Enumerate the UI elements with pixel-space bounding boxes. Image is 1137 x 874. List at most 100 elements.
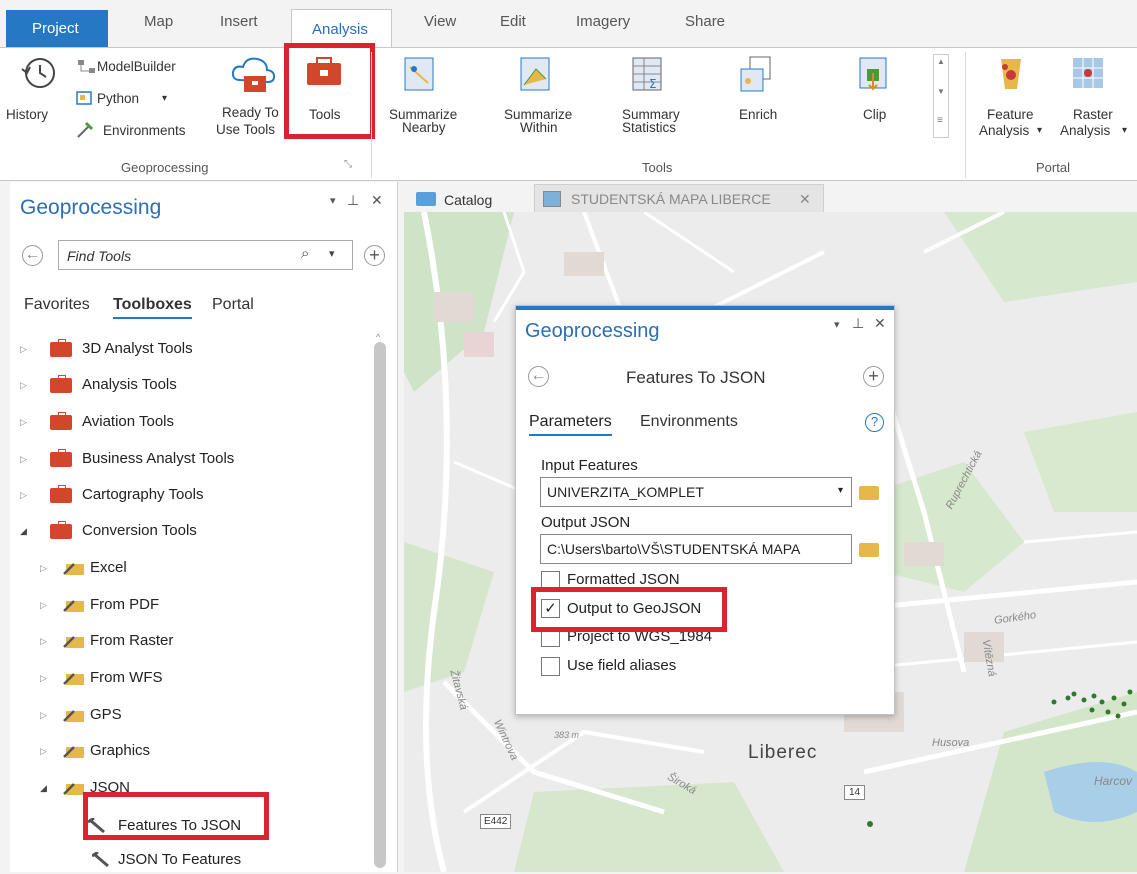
- dialog-tab-parameters[interactable]: Parameters: [529, 413, 612, 436]
- toolset-icon: [63, 563, 84, 575]
- tab-imagery[interactable]: Imagery: [576, 13, 630, 30]
- map-label-street: Harcov: [1094, 774, 1133, 788]
- history-button[interactable]: History: [6, 55, 64, 125]
- python-button[interactable]: Python ▾: [74, 90, 184, 110]
- modelbuilder-label: ModelBuilder: [97, 59, 176, 74]
- scroll-up-icon[interactable]: ▲: [937, 57, 945, 66]
- feature-analysis-line1: Feature: [987, 107, 1034, 122]
- output-json-field[interactable]: C:\Users\barto\VŠ\STUDENTSKÁ MAPA: [540, 534, 852, 564]
- expand-icon[interactable]: ▷: [20, 454, 27, 465]
- expand-icon[interactable]: ▷: [40, 600, 47, 611]
- ready-to-use-tools-button[interactable]: Ready To Use Tools: [214, 54, 290, 144]
- tab-edit[interactable]: Edit: [500, 13, 526, 30]
- find-tools-input[interactable]: Find Tools ⌕ ▾: [58, 240, 353, 270]
- python-label: Python: [97, 91, 140, 106]
- tab-project[interactable]: Project: [6, 10, 108, 47]
- tool-label: JSON To Features: [118, 851, 242, 868]
- gallery-scroller[interactable]: ▲ ▼ ≡: [933, 54, 949, 138]
- tab-view[interactable]: View: [424, 13, 456, 30]
- tab-catalog[interactable]: Catalog: [416, 187, 526, 213]
- search-options-icon[interactable]: ▾: [329, 247, 335, 260]
- summarize-nearby-icon: [404, 57, 434, 91]
- expand-icon[interactable]: ▷: [40, 673, 47, 684]
- dialog-tab-environments[interactable]: Environments: [640, 413, 738, 431]
- summary-statistics-icon: Σ: [632, 57, 662, 91]
- subtab-toolboxes[interactable]: Toolboxes: [113, 296, 192, 319]
- tab-map[interactable]: Map: [144, 13, 173, 30]
- group-label-tools: Tools: [642, 160, 673, 175]
- gallery-expand-icon[interactable]: ≡: [937, 115, 943, 126]
- summarize-within-line2: Within: [520, 120, 558, 135]
- summarize-within-button[interactable]: Summarize Within: [496, 55, 592, 145]
- tool-name: Features To JSON: [626, 368, 766, 387]
- raster-analysis-button[interactable]: Raster Analysis ▾: [1058, 55, 1137, 145]
- expand-icon[interactable]: ▷: [20, 490, 27, 501]
- toolbox-label: Analysis Tools: [82, 376, 177, 393]
- tab-share[interactable]: Share: [685, 13, 725, 30]
- map-label-elevation: 383 m: [554, 730, 580, 740]
- pin-icon[interactable]: ⊥: [347, 192, 359, 209]
- close-icon[interactable]: ✕: [874, 315, 886, 332]
- enrich-icon: [740, 56, 771, 92]
- tool-row-json-to-features[interactable]: JSON To Features: [92, 850, 262, 874]
- geoprocessing-dialog: Geoprocessing ▾ ⊥ ✕ ← Features To JSON +…: [515, 305, 895, 715]
- back-icon[interactable]: ←: [22, 245, 43, 266]
- expand-icon[interactable]: ▷: [20, 417, 27, 428]
- expand-icon[interactable]: ▷: [20, 380, 27, 391]
- summary-statistics-line2: Statistics: [622, 120, 677, 135]
- subtab-portal[interactable]: Portal: [212, 296, 254, 314]
- clip-label: Clip: [863, 107, 887, 122]
- collapse-icon[interactable]: ◢: [20, 526, 27, 537]
- toolset-label: From WFS: [90, 669, 163, 686]
- output-json-label: Output JSON: [541, 514, 631, 531]
- history-icon: [21, 58, 55, 88]
- tab-map-view[interactable]: STUDENTSKÁ MAPA LIBERCE ✕: [534, 184, 824, 214]
- toolbox-icon: [50, 485, 72, 503]
- search-icon[interactable]: ⌕: [301, 245, 309, 262]
- close-icon[interactable]: ✕: [799, 191, 811, 208]
- clip-button[interactable]: Clip: [845, 55, 905, 145]
- group-label-portal: Portal: [1036, 160, 1070, 175]
- dialog-title: Geoprocessing: [525, 320, 660, 342]
- subtab-favorites[interactable]: Favorites: [24, 296, 90, 314]
- expand-icon[interactable]: ▷: [40, 746, 47, 757]
- summarize-nearby-button[interactable]: Summarize Nearby: [380, 55, 476, 145]
- toolset-label: From PDF: [90, 596, 160, 613]
- pane-options-icon[interactable]: ▾: [330, 194, 336, 207]
- map-icon: [543, 191, 561, 207]
- group-label-geoprocessing: Geoprocessing: [121, 160, 209, 175]
- scroll-down-icon[interactable]: ▼: [937, 87, 945, 96]
- toolset-icon: [63, 636, 84, 648]
- pane-options-icon[interactable]: ▾: [834, 318, 840, 331]
- browse-folder-icon[interactable]: [859, 543, 879, 557]
- toolbox-label: Aviation Tools: [82, 413, 175, 430]
- toolset-icon: [63, 673, 84, 685]
- checkbox-use-field-aliases[interactable]: [541, 657, 560, 676]
- summary-statistics-button[interactable]: Σ Summary Statistics: [610, 55, 700, 145]
- raster-analysis-icon: [1073, 58, 1103, 88]
- enrich-button[interactable]: Enrich: [722, 55, 798, 145]
- add-icon[interactable]: +: [364, 245, 385, 266]
- scroll-up-icon[interactable]: ^: [376, 332, 380, 342]
- expand-icon[interactable]: ▷: [40, 563, 47, 574]
- modelbuilder-button[interactable]: ModelBuilder: [74, 58, 214, 78]
- feature-analysis-button[interactable]: Feature Analysis ▾: [975, 55, 1053, 145]
- dialog-launcher-icon[interactable]: ⤡: [344, 158, 352, 172]
- tab-insert[interactable]: Insert: [220, 13, 258, 30]
- chevron-down-icon[interactable]: ▾: [838, 485, 843, 496]
- browse-folder-icon[interactable]: [859, 486, 879, 500]
- ribbon-tabs: Project Map Insert Analysis View Edit Im…: [0, 0, 1137, 48]
- scrollbar-thumb[interactable]: [374, 342, 386, 868]
- pin-icon[interactable]: ⊥: [852, 315, 864, 332]
- environments-button[interactable]: Environments: [74, 121, 214, 142]
- expand-icon[interactable]: ▷: [40, 710, 47, 721]
- help-icon[interactable]: ?: [865, 413, 884, 432]
- back-icon[interactable]: ←: [528, 366, 549, 387]
- collapse-icon[interactable]: ◢: [40, 783, 47, 794]
- expand-icon[interactable]: ▷: [40, 636, 47, 647]
- input-features-field[interactable]: UNIVERZITA_KOMPLET ▾: [540, 477, 852, 507]
- close-icon[interactable]: ✕: [371, 192, 383, 209]
- add-icon[interactable]: +: [863, 366, 884, 387]
- expand-icon[interactable]: ▷: [20, 344, 27, 355]
- chevron-down-icon: ▾: [1037, 125, 1043, 136]
